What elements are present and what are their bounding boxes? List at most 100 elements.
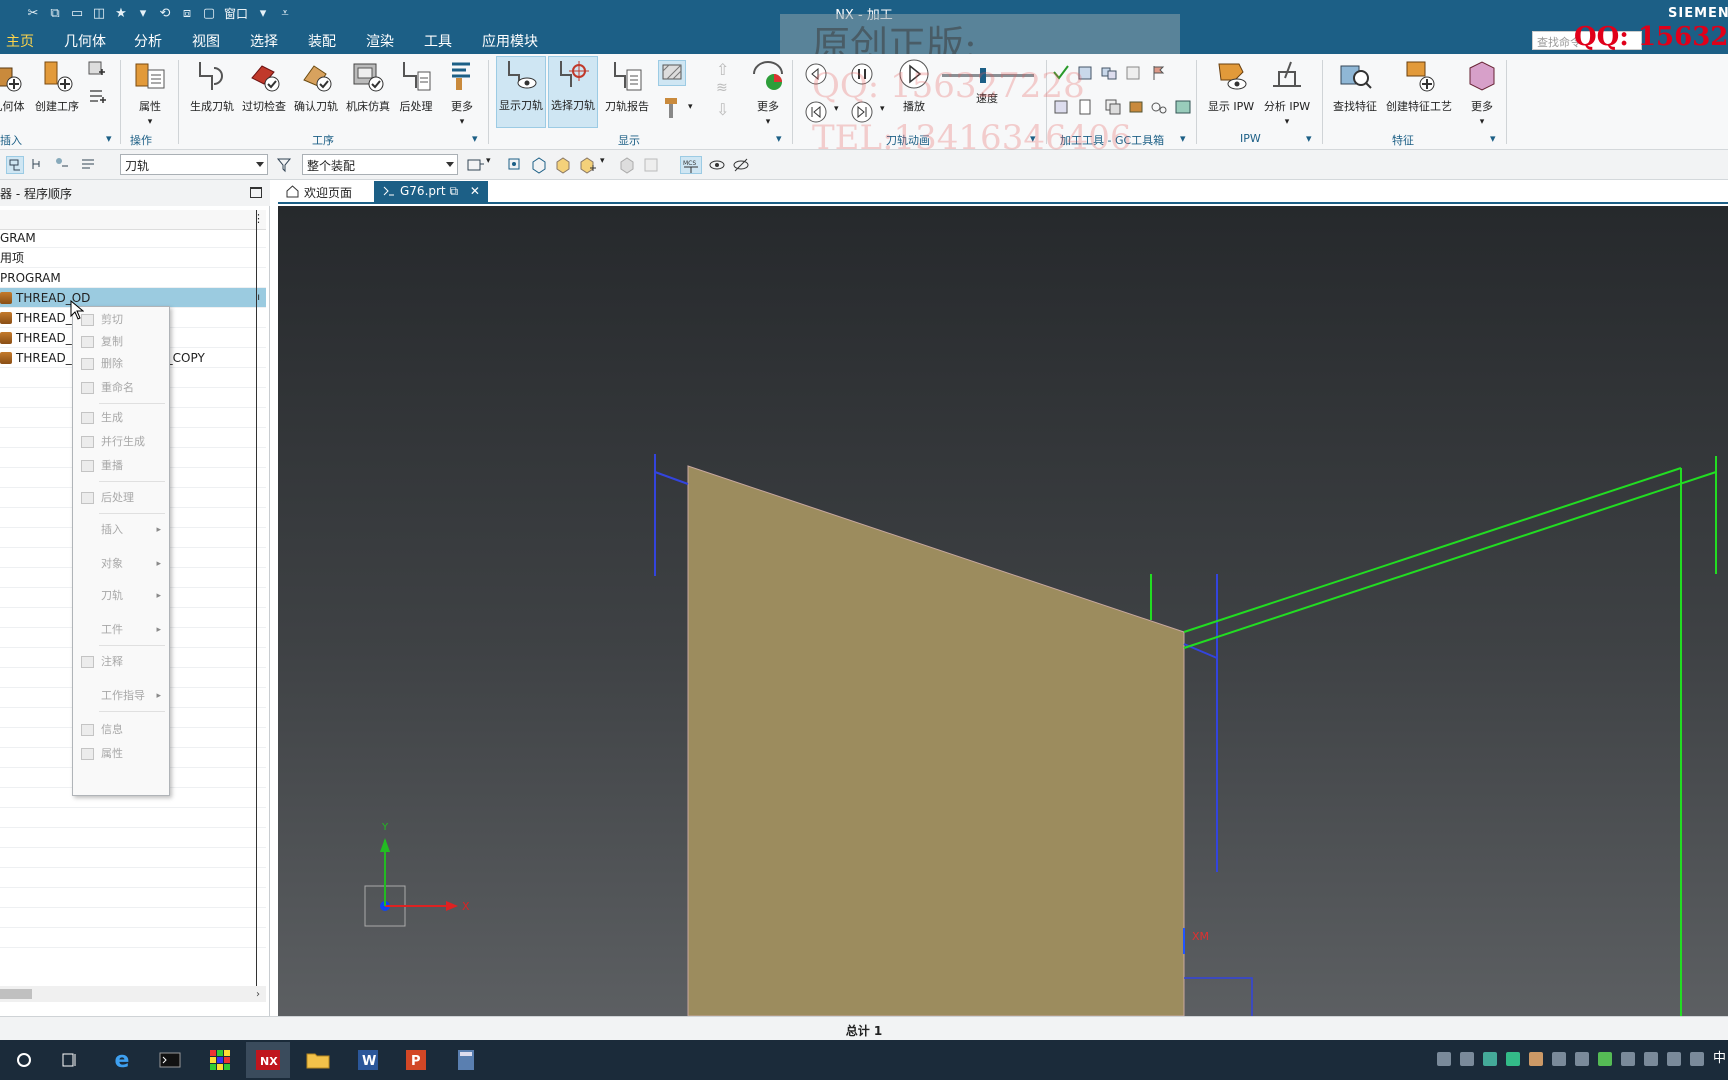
tool-display-dropdown-icon[interactable]: ▾ (688, 102, 706, 120)
menu-item-properties[interactable]: 属性 (73, 743, 169, 765)
terminal-icon[interactable] (156, 1046, 184, 1074)
menu-item-workpiece[interactable]: 工件 ▸ (73, 619, 169, 641)
cube-app-icon[interactable] (206, 1046, 234, 1074)
tree-row-unused-items[interactable]: 用项 (0, 248, 266, 268)
tab-select[interactable]: 选择 (250, 31, 278, 51)
tab-render[interactable]: 渲染 (366, 31, 394, 51)
select-feature-icon[interactable] (506, 156, 524, 174)
nx-app-icon[interactable]: NX (246, 1042, 290, 1078)
more-feature-button[interactable]: 更多 ▾ (1462, 58, 1502, 127)
group-dropdown-icon[interactable]: ▾ (106, 132, 112, 145)
tab-tools[interactable]: 工具 (424, 31, 452, 51)
select-component-icon[interactable] (578, 156, 596, 174)
tray-app-icon[interactable] (1482, 1052, 1497, 1066)
tab-assembly[interactable]: 装配 (308, 31, 336, 51)
group-dropdown-icon[interactable]: ▾ (1306, 132, 1312, 145)
search-icon[interactable] (10, 1046, 38, 1074)
tab-part-file[interactable]: G76.prt ⧉ ✕ (374, 181, 488, 203)
tab-view[interactable]: 视图 (192, 31, 220, 51)
menu-item-insert[interactable]: 插入 ▸ (73, 519, 169, 541)
menu-item-parallel-generate[interactable]: 并行生成 (73, 431, 169, 453)
file-explorer-icon[interactable] (304, 1046, 332, 1074)
toolpath-report-button[interactable]: 刀轨报告 (602, 58, 652, 114)
show-toolpath-button[interactable]: 显示刀轨 (496, 56, 546, 128)
snap-dropdown-icon[interactable]: ▾ (486, 156, 504, 174)
select-hidden-icon[interactable] (642, 156, 660, 174)
menu-item-work-instructions[interactable]: 工作指导 ▸ (73, 685, 169, 707)
gc-edit-icon[interactable] (1128, 98, 1146, 116)
group-dropdown-icon[interactable]: ▾ (1490, 132, 1496, 145)
method-view-icon[interactable] (80, 156, 98, 174)
tree-row-program-root[interactable]: GRAM (0, 228, 266, 248)
gc-flag-icon[interactable] (1150, 64, 1168, 82)
horizontal-scrollbar[interactable]: › (0, 986, 266, 1002)
mcs-display-icon[interactable]: MCS (680, 156, 702, 174)
close-icon[interactable]: ✕ (470, 184, 480, 198)
show-icon[interactable] (708, 156, 726, 174)
tab-welcome-page[interactable]: 欢迎页面 (278, 181, 360, 203)
create-operation-button[interactable]: 创建工序 (32, 58, 82, 114)
menu-item-replay[interactable]: 重播 (73, 455, 169, 477)
tray-security-icon[interactable] (1505, 1052, 1520, 1066)
internet-explorer-icon[interactable]: e (108, 1046, 136, 1074)
create-program-icon[interactable] (88, 60, 106, 78)
maximize-icon[interactable] (250, 187, 262, 198)
tray-window-icon[interactable] (1459, 1052, 1474, 1066)
postprocess-button[interactable]: 后处理 (396, 58, 436, 114)
tray-mic-icon[interactable] (1551, 1052, 1566, 1066)
tray-chat-icon[interactable] (1528, 1052, 1543, 1066)
snap-point-icon[interactable] (466, 156, 484, 174)
gc-db-icon[interactable] (1174, 98, 1192, 116)
layers-icon[interactable]: ≋ (716, 80, 734, 98)
menu-item-postprocess[interactable]: 后处理 (73, 487, 169, 509)
select-face-icon[interactable] (530, 156, 548, 174)
graphics-viewport[interactable]: XM X Y (278, 206, 1728, 1016)
group-dropdown-icon[interactable]: ▾ (776, 132, 782, 145)
select-toolpath-button[interactable]: 选择刀轨 (548, 56, 598, 128)
geometry-view-icon[interactable] (54, 156, 72, 174)
tray-gpu-icon[interactable] (1597, 1052, 1612, 1066)
gc-copy-icon[interactable] (1104, 98, 1122, 116)
tray-volume-icon[interactable] (1689, 1052, 1704, 1066)
column-options-icon[interactable]: ⋮ (253, 212, 264, 225)
task-view-icon[interactable] (56, 1046, 84, 1074)
menu-item-copy[interactable]: 复制 (73, 331, 169, 353)
scrollbar-thumb[interactable] (0, 989, 32, 999)
filter-icon[interactable] (276, 156, 294, 174)
menu-item-annotation[interactable]: 注释 (73, 651, 169, 673)
menu-item-delete[interactable]: 删除 (73, 353, 169, 375)
tool-display-icon[interactable] (662, 98, 680, 118)
analyze-ipw-button[interactable]: 分析 IPW ▾ (1262, 58, 1312, 127)
type-filter-select[interactable]: 刀轨 (120, 154, 268, 175)
more-operations-button[interactable]: 更多 ▾ (444, 58, 480, 127)
menu-item-cut[interactable]: 剪切 (73, 309, 169, 331)
verify-toolpath-button[interactable]: 确认刀轨 (292, 58, 340, 114)
gc-group-icon[interactable] (1100, 64, 1118, 82)
tab-applications[interactable]: 应用模块 (482, 31, 538, 51)
program-order-view-icon[interactable] (6, 156, 24, 174)
select-body-icon[interactable] (554, 156, 572, 174)
word-icon[interactable]: W (354, 1046, 382, 1074)
calculator-icon[interactable] (452, 1046, 480, 1074)
find-feature-button[interactable]: 查找特征 (1330, 58, 1380, 114)
powerpoint-icon[interactable]: P (402, 1046, 430, 1074)
show-ipw-button[interactable]: 显示 IPW (1206, 58, 1256, 114)
tray-network-icon[interactable] (1436, 1052, 1451, 1066)
part-face[interactable] (687, 465, 1185, 1016)
selection-scope-select[interactable]: 整个装配 (302, 154, 458, 175)
generate-toolpath-button[interactable]: 生成刀轨 (188, 58, 236, 114)
menu-item-information[interactable]: 信息 (73, 719, 169, 741)
geometry-button[interactable]: 几何体 (0, 58, 26, 114)
create-method-icon[interactable] (88, 88, 106, 106)
group-dropdown-icon[interactable]: ▾ (472, 132, 478, 145)
select-assembly-icon[interactable] (618, 156, 636, 174)
gc-list-icon[interactable] (1124, 64, 1142, 82)
tab-analysis[interactable]: 分析 (134, 31, 162, 51)
menu-item-object[interactable]: 对象 ▸ (73, 553, 169, 575)
component-dropdown-icon[interactable]: ▾ (600, 156, 618, 174)
gouge-check-button[interactable]: 过切检查 (240, 58, 288, 114)
properties-button[interactable]: 属性 ▾ (130, 58, 170, 127)
tray-usb-icon[interactable] (1620, 1052, 1635, 1066)
more-display-button[interactable]: 更多 ▾ (748, 58, 788, 127)
tree-row-operation-selected[interactable]: THREAD_OD ı (0, 288, 266, 308)
